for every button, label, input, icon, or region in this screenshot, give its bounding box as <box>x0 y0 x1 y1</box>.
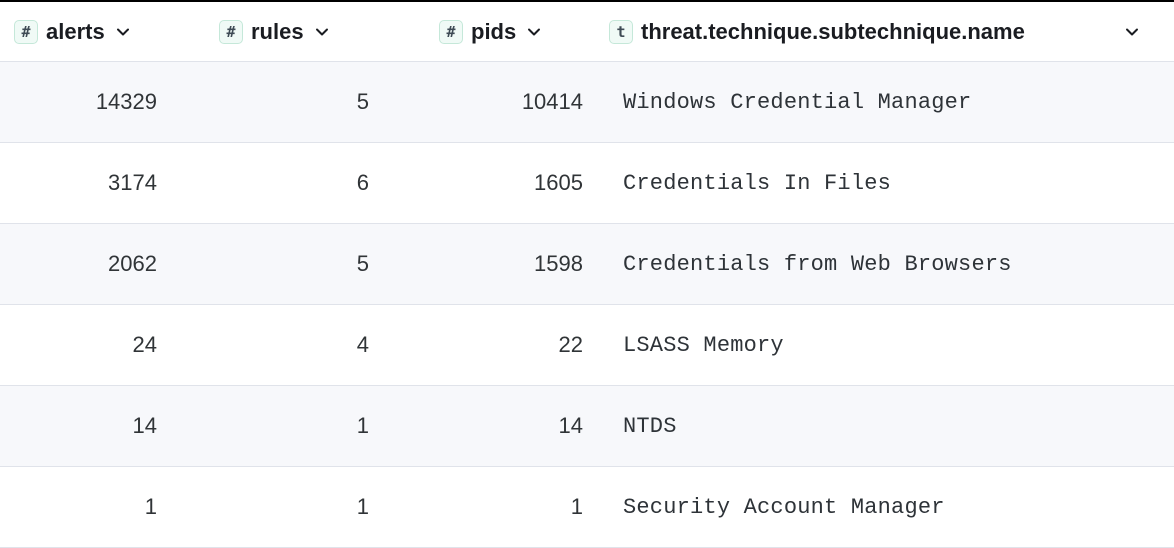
column-header-subtechnique-name[interactable]: t threat.technique.subtechnique.name <box>609 19 1160 45</box>
chevron-down-icon <box>526 24 542 40</box>
cell-rules: 6 <box>219 170 439 196</box>
column-header-rules[interactable]: # rules <box>219 19 439 45</box>
number-type-icon: # <box>219 20 243 44</box>
cell-alerts: 14329 <box>14 89 219 115</box>
number-type-icon: # <box>439 20 463 44</box>
column-header-alerts[interactable]: # alerts <box>14 19 219 45</box>
cell-rules: 1 <box>219 413 439 439</box>
cell-alerts: 1 <box>14 494 219 520</box>
cell-alerts: 24 <box>14 332 219 358</box>
cell-rules: 4 <box>219 332 439 358</box>
cell-subtechnique-name: Windows Credential Manager <box>609 90 1160 115</box>
table-row[interactable]: 3174 6 1605 Credentials In Files <box>0 143 1174 224</box>
cell-subtechnique-name: LSASS Memory <box>609 333 1160 358</box>
results-table: # alerts # rules # pids t threat.techniq… <box>0 2 1174 548</box>
cell-subtechnique-name: Security Account Manager <box>609 495 1160 520</box>
column-header-pids[interactable]: # pids <box>439 19 609 45</box>
cell-alerts: 14 <box>14 413 219 439</box>
cell-pids: 1 <box>439 494 609 520</box>
column-label: threat.technique.subtechnique.name <box>641 19 1025 45</box>
column-label: alerts <box>46 19 105 45</box>
chevron-down-icon <box>1124 24 1140 40</box>
cell-alerts: 3174 <box>14 170 219 196</box>
cell-pids: 1598 <box>439 251 609 277</box>
cell-rules: 5 <box>219 89 439 115</box>
cell-rules: 5 <box>219 251 439 277</box>
cell-pids: 10414 <box>439 89 609 115</box>
column-label: pids <box>471 19 516 45</box>
cell-subtechnique-name: NTDS <box>609 414 1160 439</box>
cell-pids: 14 <box>439 413 609 439</box>
cell-pids: 22 <box>439 332 609 358</box>
column-label: rules <box>251 19 304 45</box>
table-row[interactable]: 24 4 22 LSASS Memory <box>0 305 1174 386</box>
cell-subtechnique-name: Credentials In Files <box>609 171 1160 196</box>
cell-alerts: 2062 <box>14 251 219 277</box>
table-row[interactable]: 1 1 1 Security Account Manager <box>0 467 1174 548</box>
text-type-icon: t <box>609 20 633 44</box>
chevron-down-icon <box>115 24 131 40</box>
table-body: 14329 5 10414 Windows Credential Manager… <box>0 62 1174 548</box>
table-header-row: # alerts # rules # pids t threat.techniq… <box>0 2 1174 62</box>
cell-subtechnique-name: Credentials from Web Browsers <box>609 252 1160 277</box>
table-row[interactable]: 14329 5 10414 Windows Credential Manager <box>0 62 1174 143</box>
cell-pids: 1605 <box>439 170 609 196</box>
cell-rules: 1 <box>219 494 439 520</box>
chevron-down-icon <box>314 24 330 40</box>
number-type-icon: # <box>14 20 38 44</box>
table-row[interactable]: 2062 5 1598 Credentials from Web Browser… <box>0 224 1174 305</box>
table-row[interactable]: 14 1 14 NTDS <box>0 386 1174 467</box>
